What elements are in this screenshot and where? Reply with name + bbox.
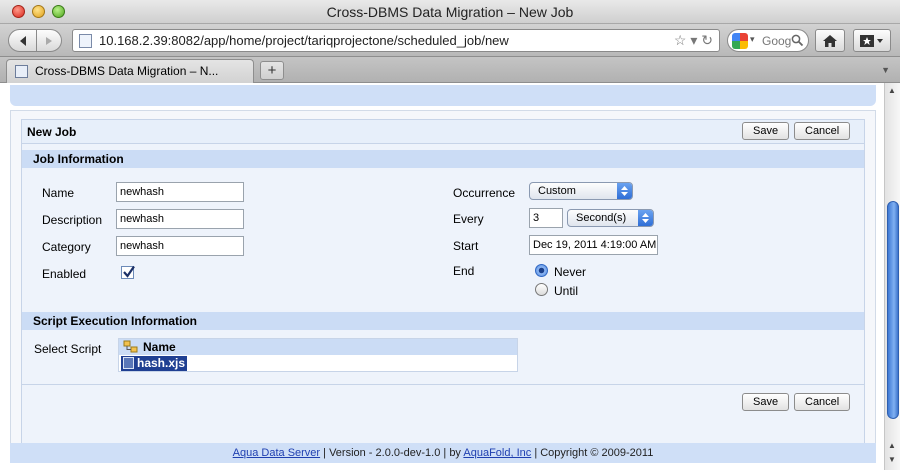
vertical-scrollbar[interactable]: ▲ ▲ ▼ xyxy=(884,83,900,470)
end-until-label[interactable]: Until xyxy=(554,284,578,298)
bookmarks-button[interactable] xyxy=(853,29,891,52)
save-button-bottom[interactable]: Save xyxy=(742,393,790,411)
name-column-header[interactable]: Name xyxy=(143,340,176,354)
script-execution-title: Script Execution Information xyxy=(33,314,198,328)
bookmarks-star-icon xyxy=(860,34,883,47)
panel-header: New Job Save Cancel xyxy=(22,120,864,144)
back-arrow-icon xyxy=(19,35,26,46)
occurrence-select[interactable]: Custom xyxy=(529,182,633,200)
name-label: Name xyxy=(42,186,75,200)
description-field[interactable]: newhash xyxy=(116,209,244,229)
checkmark-icon xyxy=(123,265,135,278)
window-title: Cross-DBMS Data Migration – New Job xyxy=(326,4,574,20)
page-footer: Aqua Data Server | Version - 2.0.0-dev-1… xyxy=(10,443,876,463)
tab-strip: Cross-DBMS Data Migration – N... + ▼ xyxy=(0,57,900,83)
page-icon xyxy=(79,34,92,48)
occurrence-label: Occurrence xyxy=(453,186,516,200)
end-never-radio[interactable] xyxy=(535,264,548,277)
search-icon[interactable] xyxy=(791,34,804,47)
category-field[interactable]: newhash xyxy=(116,236,244,256)
every-label: Every xyxy=(453,212,484,226)
scroll-up-icon[interactable]: ▲ xyxy=(888,86,896,95)
script-execution-body: Select Script Name hash.xjs xyxy=(22,330,864,384)
header-band xyxy=(10,85,876,106)
job-information-body: Name newhash Description newhash Categor… xyxy=(22,168,864,320)
cancel-button-bottom[interactable]: Cancel xyxy=(794,393,851,411)
every-unit-select[interactable]: Second(s) xyxy=(567,209,654,227)
end-label: End xyxy=(453,264,475,278)
script-name: hash.xjs xyxy=(137,356,186,370)
scroll-up-icon-lower[interactable]: ▲ xyxy=(888,441,896,450)
tree-icon xyxy=(123,340,138,353)
occurrence-value: Custom xyxy=(538,185,576,197)
forward-arrow-icon xyxy=(46,36,52,45)
end-never-label[interactable]: Never xyxy=(554,265,586,279)
start-datetime-field[interactable]: Dec 19, 2011 4:19:00 AM xyxy=(529,235,658,255)
google-logo-icon[interactable] xyxy=(732,33,748,49)
tab-new-job[interactable]: Cross-DBMS Data Migration – N... xyxy=(6,59,254,83)
scroll-thumb[interactable] xyxy=(887,201,899,419)
panel-footer: Save Cancel xyxy=(22,384,864,428)
search-bar[interactable]: ▾ Goog xyxy=(727,29,809,52)
start-label: Start xyxy=(453,239,479,253)
aquafold-link[interactable]: AquaFold, Inc xyxy=(463,447,531,459)
favicon-icon xyxy=(15,65,28,78)
address-bar[interactable]: 10.168.2.39:8082/app/home/project/tariqp… xyxy=(72,29,720,52)
scroll-down-icon[interactable]: ▼ xyxy=(888,455,896,464)
home-icon xyxy=(823,34,837,47)
category-label: Category xyxy=(42,240,91,254)
tab-list-chevron-icon[interactable]: ▼ xyxy=(881,65,890,75)
save-button-top[interactable]: Save xyxy=(742,122,790,140)
back-button[interactable] xyxy=(8,29,37,52)
script-table-header: Name xyxy=(119,339,517,355)
version-text: | Version - 2.0.0-dev-1.0 | by xyxy=(320,447,464,459)
content-panel: New Job Save Cancel Job Information Name… xyxy=(10,110,876,453)
aqua-data-server-link[interactable]: Aqua Data Server xyxy=(233,447,320,459)
description-label: Description xyxy=(42,213,103,227)
job-information-title: Job Information xyxy=(33,152,124,166)
every-field[interactable]: 3 xyxy=(529,208,563,228)
search-engine-dropdown-icon[interactable]: ▾ xyxy=(750,34,755,45)
forward-button[interactable] xyxy=(36,29,62,52)
script-execution-header: Script Execution Information xyxy=(22,312,864,330)
job-information-header: Job Information xyxy=(22,150,864,168)
script-row-selected[interactable]: hash.xjs xyxy=(121,356,188,371)
select-script-label: Select Script xyxy=(34,342,102,356)
select-arrows-icon xyxy=(617,183,632,199)
enabled-checkbox[interactable] xyxy=(121,265,135,279)
script-file-icon xyxy=(123,357,134,369)
name-field[interactable]: newhash xyxy=(116,182,244,202)
new-job-panel: New Job Save Cancel Job Information Name… xyxy=(21,119,865,453)
page-title: New Job xyxy=(27,125,77,139)
every-unit-value: Second(s) xyxy=(576,212,627,224)
bookmark-star-icon[interactable]: ☆ ▾ ↻ xyxy=(674,32,713,49)
cancel-button-top[interactable]: Cancel xyxy=(794,122,851,140)
script-table[interactable]: Name hash.xjs xyxy=(118,338,518,372)
tab-title: Cross-DBMS Data Migration – N... xyxy=(35,64,219,78)
select-arrows-icon xyxy=(638,210,653,226)
window-titlebar: Cross-DBMS Data Migration – New Job xyxy=(0,0,900,24)
enabled-label: Enabled xyxy=(42,267,87,281)
copyright-text: | Copyright © 2009-2011 xyxy=(531,447,654,459)
search-input[interactable]: Goog xyxy=(762,34,791,48)
address-text[interactable]: 10.168.2.39:8082/app/home/project/tariqp… xyxy=(99,33,509,48)
new-tab-button[interactable]: + xyxy=(260,61,284,80)
page-viewport: New Job Save Cancel Job Information Name… xyxy=(0,83,884,470)
end-until-radio[interactable] xyxy=(535,283,548,296)
browser-toolbar: 10.168.2.39:8082/app/home/project/tariqp… xyxy=(0,24,900,57)
home-button[interactable] xyxy=(815,29,845,52)
